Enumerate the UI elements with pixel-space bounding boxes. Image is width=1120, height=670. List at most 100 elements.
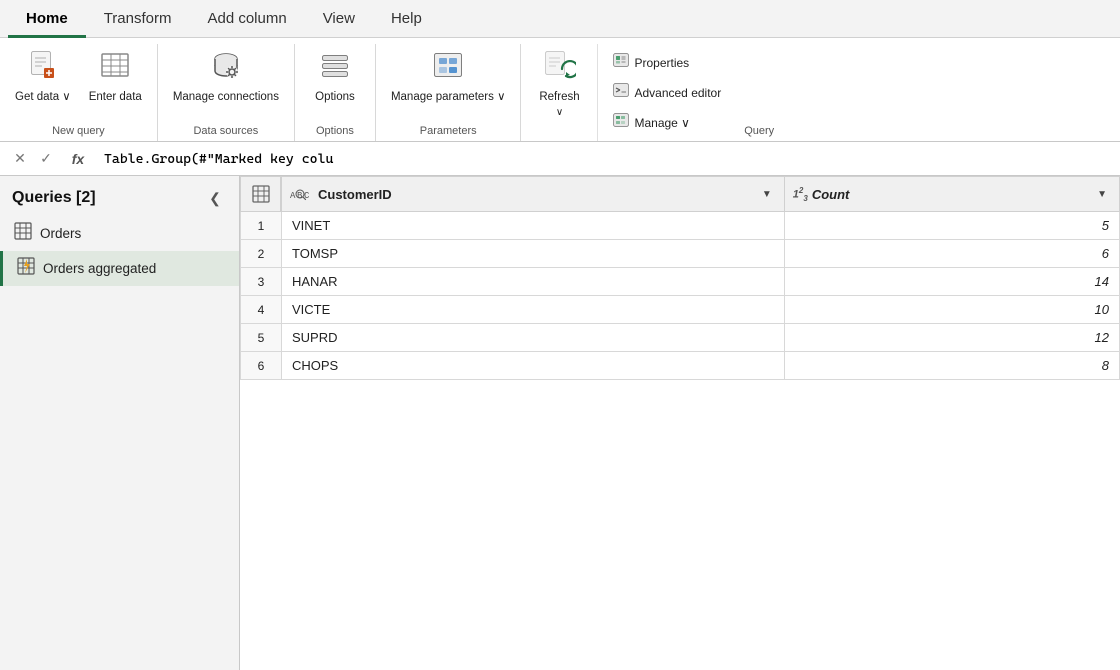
cell-count: 14 bbox=[784, 268, 1119, 296]
table-scroll[interactable]: A B C CustomerID ▼ bbox=[240, 176, 1120, 670]
enter-data-button[interactable]: Enter data bbox=[82, 44, 149, 110]
ribbon-group-query-items: Refresh∨ bbox=[529, 44, 589, 134]
tab-add-column[interactable]: Add column bbox=[189, 0, 304, 38]
ribbon-group-parameters: Manage parameters ∨ Parameters bbox=[376, 44, 522, 141]
col-count-dropdown[interactable]: ▼ bbox=[1093, 187, 1111, 202]
ribbon-group-new-query-items: Get data ∨ Enter data bbox=[8, 44, 149, 122]
manage-icon bbox=[613, 112, 629, 133]
sidebar-collapse-button[interactable]: ❮ bbox=[203, 186, 227, 210]
ribbon-group-data-sources-items: Manage connections bbox=[166, 44, 286, 122]
cell-customerid: SUPRD bbox=[282, 324, 785, 352]
advanced-editor-button[interactable]: Advanced editor bbox=[606, 78, 728, 107]
manage-label: Manage ∨ bbox=[634, 116, 689, 130]
formula-input[interactable] bbox=[98, 149, 1112, 169]
ribbon: Get data ∨ Enter data New query bbox=[0, 38, 1120, 142]
advanced-editor-icon bbox=[613, 82, 629, 103]
table-select-all[interactable] bbox=[241, 177, 282, 212]
svg-text:A: A bbox=[290, 191, 296, 201]
new-query-group-label: New query bbox=[8, 122, 149, 141]
tab-home[interactable]: Home bbox=[8, 0, 86, 38]
manage-parameters-icon bbox=[431, 49, 465, 88]
cell-customerid: VINET bbox=[282, 212, 785, 240]
col-header-count-content: 123 Count ▼ bbox=[785, 177, 1119, 211]
orders-label: Orders bbox=[40, 226, 81, 241]
properties-button[interactable]: Properties bbox=[606, 48, 728, 77]
sidebar-title: Queries [2] bbox=[12, 189, 96, 207]
col-count-label: Count bbox=[812, 187, 850, 202]
get-data-label: Get data ∨ bbox=[15, 90, 71, 105]
row-number: 6 bbox=[241, 352, 282, 380]
properties-label: Properties bbox=[634, 56, 689, 70]
row-number: 5 bbox=[241, 324, 282, 352]
col-header-customerid-content: A B C CustomerID ▼ bbox=[282, 177, 784, 211]
ribbon-group-options: Options Options bbox=[295, 44, 376, 141]
manage-button[interactable]: Manage ∨ bbox=[606, 108, 728, 137]
ribbon-group-data-sources: Manage connections Data sources bbox=[158, 44, 295, 141]
options-icon bbox=[318, 49, 352, 88]
refresh-button[interactable]: Refresh∨ bbox=[529, 44, 589, 125]
col-header-customerid[interactable]: A B C CustomerID ▼ bbox=[282, 177, 785, 212]
options-group-label: Options bbox=[303, 122, 367, 141]
table-row: 6CHOPS8 bbox=[241, 352, 1120, 380]
cell-customerid: HANAR bbox=[282, 268, 785, 296]
table-row: 3HANAR14 bbox=[241, 268, 1120, 296]
formula-cancel-button[interactable]: ✕ bbox=[8, 147, 32, 171]
table-all-icon bbox=[241, 177, 281, 211]
cell-count: 6 bbox=[784, 240, 1119, 268]
orders-aggregated-label: Orders aggregated bbox=[43, 261, 156, 276]
ribbon-group-options-items: Options bbox=[303, 44, 367, 122]
orders-aggregated-icon bbox=[17, 257, 35, 280]
parameters-group-label: Parameters bbox=[384, 122, 513, 141]
svg-text:B: B bbox=[297, 191, 303, 201]
manage-connections-label: Manage connections bbox=[173, 90, 279, 105]
data-area: A B C CustomerID ▼ bbox=[240, 176, 1120, 670]
cell-count: 10 bbox=[784, 296, 1119, 324]
ribbon-group-query: Refresh∨ Propert bbox=[521, 44, 782, 141]
sidebar: Queries [2] ❮ Orders bbox=[0, 176, 240, 670]
cell-count: 5 bbox=[784, 212, 1119, 240]
enter-data-label: Enter data bbox=[89, 90, 142, 105]
sidebar-header: Queries [2] ❮ bbox=[0, 176, 239, 216]
query-group-footer-label: Query bbox=[740, 122, 778, 141]
customerid-type-icon: A B C bbox=[290, 185, 314, 203]
cell-customerid: TOMSP bbox=[282, 240, 785, 268]
orders-icon bbox=[14, 222, 32, 245]
row-number: 2 bbox=[241, 240, 282, 268]
count-type-icon: 123 bbox=[793, 186, 808, 203]
col-customerid-dropdown[interactable]: ▼ bbox=[758, 187, 776, 202]
get-data-button[interactable]: Get data ∨ bbox=[8, 44, 78, 110]
row-number: 1 bbox=[241, 212, 282, 240]
properties-icon bbox=[613, 52, 629, 73]
manage-connections-icon bbox=[209, 49, 243, 88]
row-number: 4 bbox=[241, 296, 282, 324]
enter-data-icon bbox=[98, 49, 132, 88]
get-data-icon bbox=[26, 49, 60, 88]
sidebar-item-orders[interactable]: Orders bbox=[0, 216, 239, 251]
formula-actions: ✕ ✓ bbox=[8, 147, 58, 171]
manage-parameters-label: Manage parameters ∨ bbox=[391, 90, 506, 105]
refresh-icon bbox=[542, 49, 576, 88]
formula-bar: ✕ ✓ fx bbox=[0, 142, 1120, 176]
tab-view[interactable]: View bbox=[305, 0, 373, 38]
tab-help[interactable]: Help bbox=[373, 0, 440, 38]
manage-parameters-button[interactable]: Manage parameters ∨ bbox=[384, 44, 513, 110]
formula-confirm-button[interactable]: ✓ bbox=[34, 147, 58, 171]
table-row: 2TOMSP6 bbox=[241, 240, 1120, 268]
manage-connections-button[interactable]: Manage connections bbox=[166, 44, 286, 110]
options-button[interactable]: Options bbox=[303, 44, 367, 110]
sidebar-item-orders-aggregated[interactable]: Orders aggregated bbox=[0, 251, 239, 286]
refresh-label: Refresh∨ bbox=[539, 90, 579, 120]
tab-transform[interactable]: Transform bbox=[86, 0, 190, 38]
nav-tabs: Home Transform Add column View Help bbox=[0, 0, 1120, 38]
main-content: Queries [2] ❮ Orders bbox=[0, 176, 1120, 670]
ribbon-group-new-query: Get data ∨ Enter data New query bbox=[0, 44, 158, 141]
cell-count: 8 bbox=[784, 352, 1119, 380]
fx-button[interactable]: fx bbox=[64, 147, 92, 171]
col-header-count[interactable]: 123 Count ▼ bbox=[784, 177, 1119, 212]
data-table: A B C CustomerID ▼ bbox=[240, 176, 1120, 380]
cell-customerid: VICTE bbox=[282, 296, 785, 324]
row-number: 3 bbox=[241, 268, 282, 296]
options-label: Options bbox=[315, 90, 355, 105]
data-sources-group-label: Data sources bbox=[166, 122, 286, 141]
col-customerid-label: CustomerID bbox=[318, 187, 392, 202]
